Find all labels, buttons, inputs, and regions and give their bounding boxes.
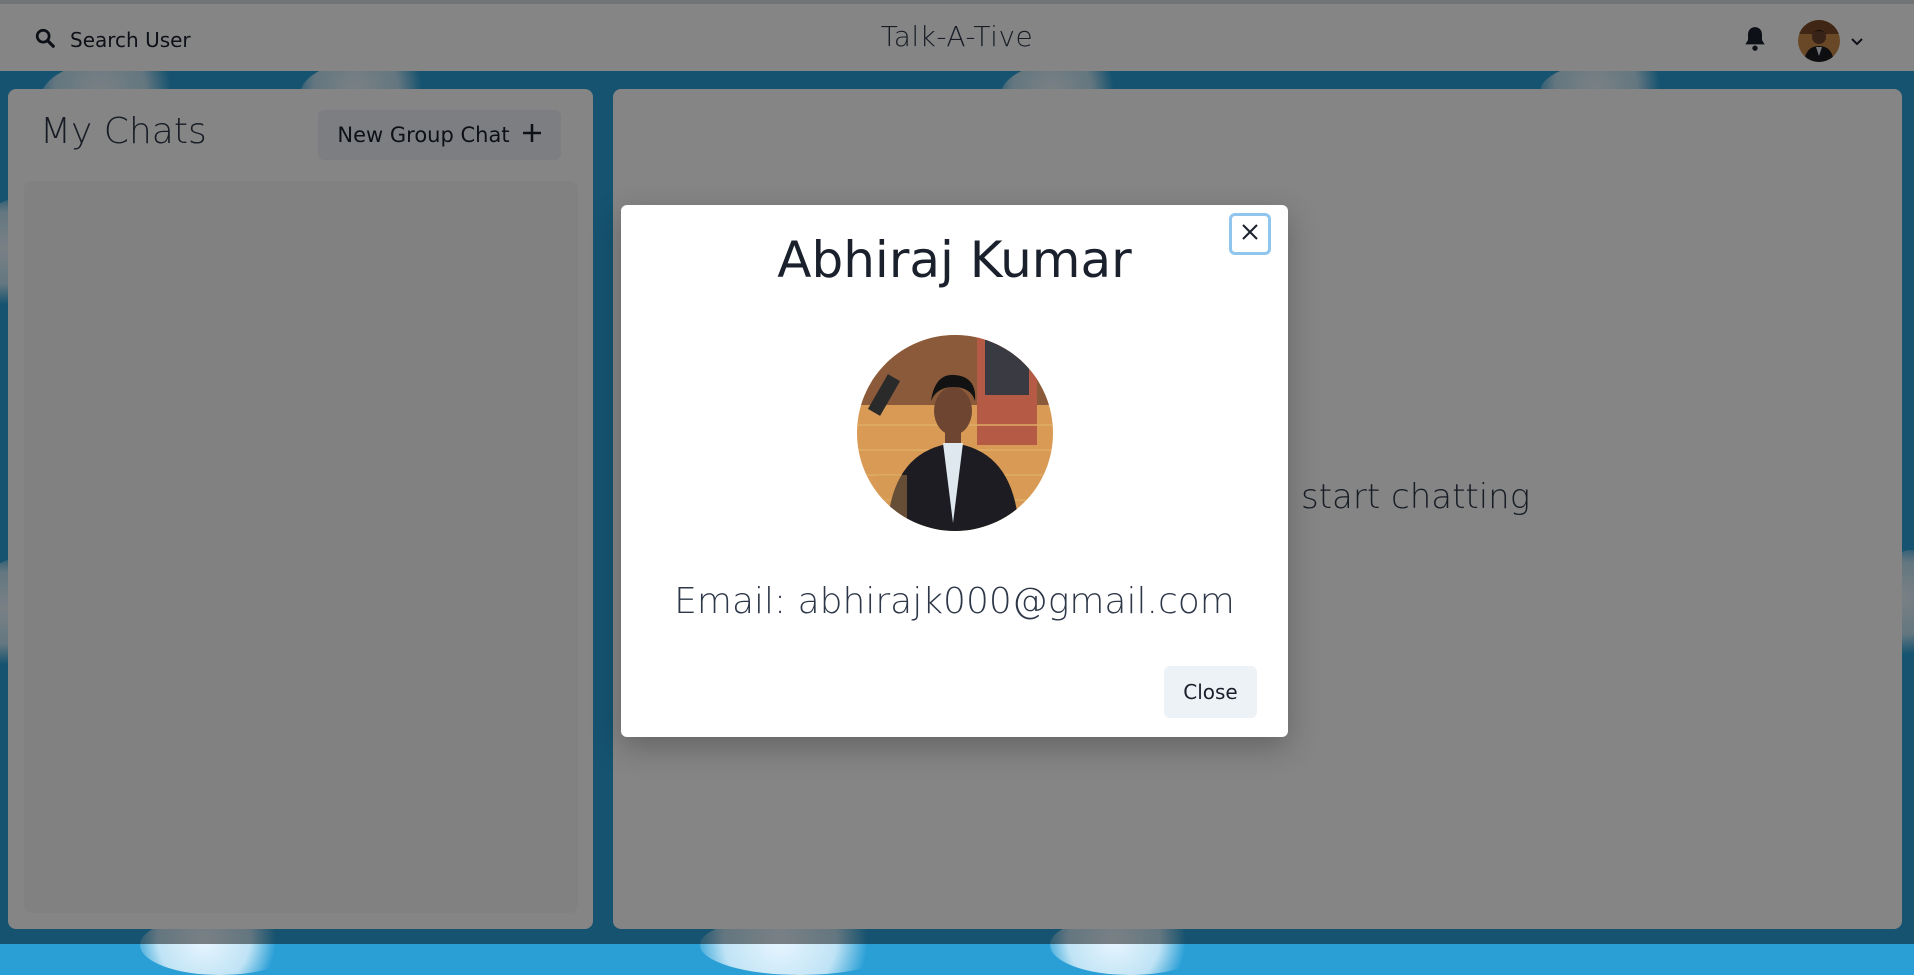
profile-email: Email: abhirajk000@gmail.com: [674, 581, 1235, 622]
profile-name: Abhiraj Kumar: [777, 231, 1132, 289]
profile-modal: Abhiraj Kumar Email: abhirajk000@gmail.c…: [621, 205, 1288, 737]
profile-picture: [857, 335, 1053, 531]
close-button[interactable]: Close: [1164, 666, 1257, 718]
